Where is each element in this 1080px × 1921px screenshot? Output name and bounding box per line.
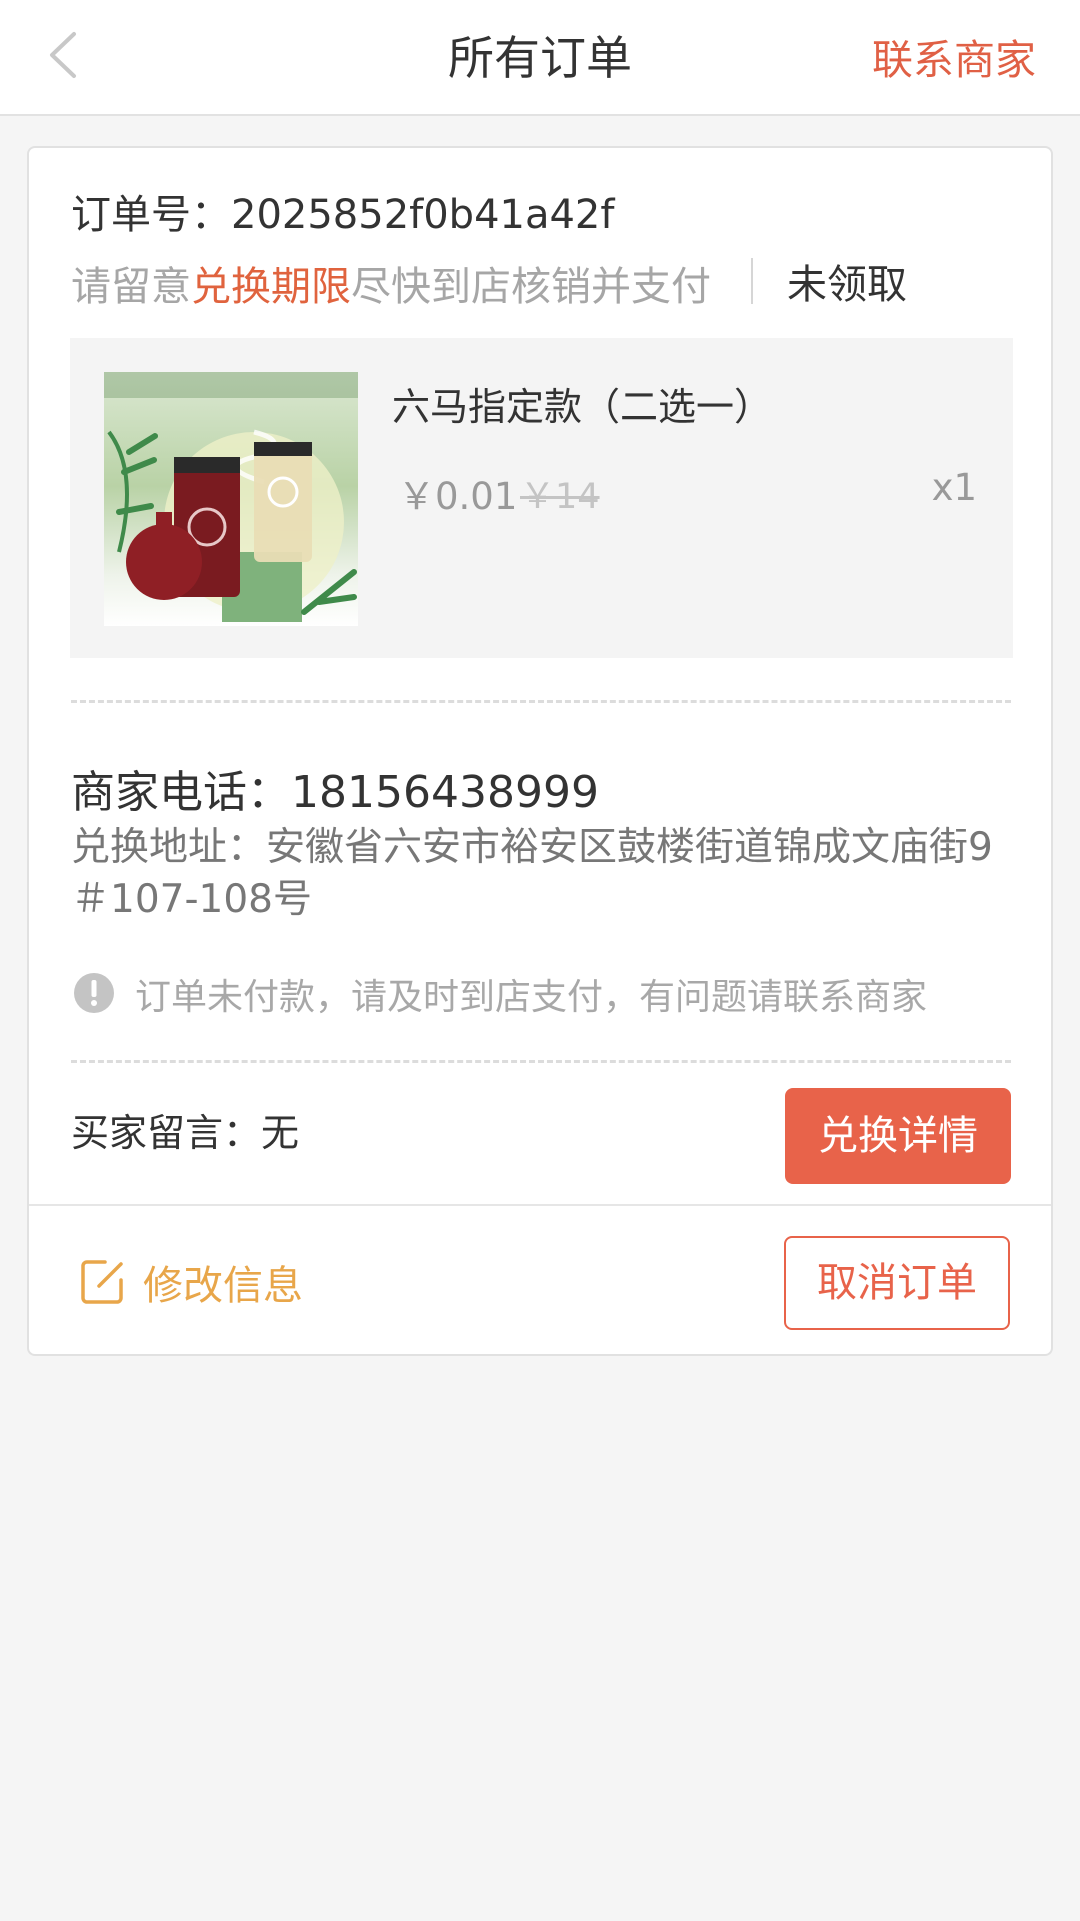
product-quantity: x1	[931, 466, 977, 509]
redeem-detail-button[interactable]: 兑换详情	[785, 1088, 1011, 1184]
edit-icon	[81, 1260, 123, 1304]
status-divider	[751, 258, 753, 304]
buyer-message: 买家留言：无	[71, 1111, 300, 1155]
notice-highlight: 兑换期限	[191, 264, 351, 310]
edit-info-label: 修改信息	[143, 1263, 303, 1309]
contact-merchant-link[interactable]: 联系商家	[872, 26, 1036, 86]
product-image	[104, 372, 358, 626]
notice-suffix: 尽快到店核销并支付	[351, 264, 711, 310]
product-row[interactable]: 六马指定款（二选一） ￥0.01 ￥14 x1	[70, 338, 1013, 658]
milk-tea-illustration	[104, 372, 358, 622]
order-number: 订单号：2025852f0b41a42f	[71, 192, 615, 238]
order-status: 未领取	[787, 262, 907, 308]
product-price: ￥0.01	[398, 475, 518, 518]
top-navigation-bar: 所有订单 联系商家	[0, 0, 1080, 116]
dashed-divider-bottom	[71, 1060, 1011, 1063]
product-original-price: ￥14	[520, 477, 600, 517]
merchant-phone[interactable]: 商家电话：18156438999	[71, 756, 599, 820]
edit-info-button[interactable]: 修改信息	[79, 1250, 303, 1314]
redeem-notice: 请留意兑换期限尽快到店核销并支付	[71, 254, 711, 312]
redeem-address: 兑换地址：安徽省六安市裕安区鼓楼街道锦成文庙街9＃107-108号	[71, 825, 993, 922]
payment-warning: 订单未付款，请及时到店支付，有问题请联系商家	[135, 977, 928, 1018]
dashed-divider-top	[71, 700, 1011, 703]
notice-prefix: 请留意	[71, 264, 191, 310]
product-name: 六马指定款（二选一）	[392, 385, 773, 429]
card-divider	[29, 1204, 1051, 1206]
exclamation-circle-icon	[74, 973, 114, 1013]
cancel-order-button[interactable]: 取消订单	[784, 1236, 1010, 1330]
order-card: 订单号：2025852f0b41a42f 请留意兑换期限尽快到店核销并支付 未领…	[27, 146, 1053, 1356]
